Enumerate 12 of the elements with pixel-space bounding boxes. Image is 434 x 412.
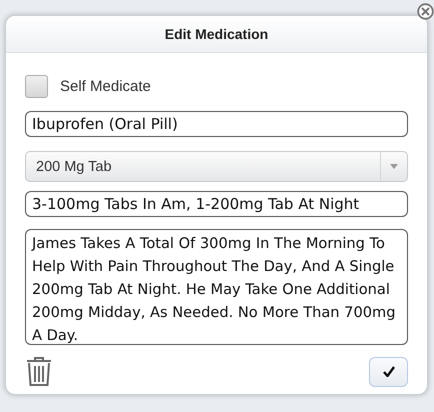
instructions-field[interactable]: 3-100mg Tabs In Am, 1-200mg Tab At Night xyxy=(25,191,408,217)
confirm-button[interactable] xyxy=(369,356,408,386)
notes-field[interactable]: James Takes A Total Of 300mg In The Morning To Help With Pain Throughout The Day, And A Single 200mg Tab At Night. He May Take One Additional 200mg Midday, As Needed. No More Than 700mg A Day. xyxy=(25,229,408,345)
close-icon[interactable] xyxy=(417,3,434,20)
checkbox[interactable] xyxy=(25,75,48,98)
checkbox-label: Self Medicate xyxy=(60,78,151,95)
medication-field[interactable]: Ibuprofen (Oral Pill) xyxy=(25,111,408,137)
dropdown-arrow-icon xyxy=(390,164,398,169)
dose-select[interactable]: 200 Mg Tab xyxy=(25,151,408,182)
check-icon xyxy=(382,366,394,377)
trash-icon[interactable] xyxy=(25,356,53,387)
dialog-title: Edit Medication xyxy=(164,26,268,42)
